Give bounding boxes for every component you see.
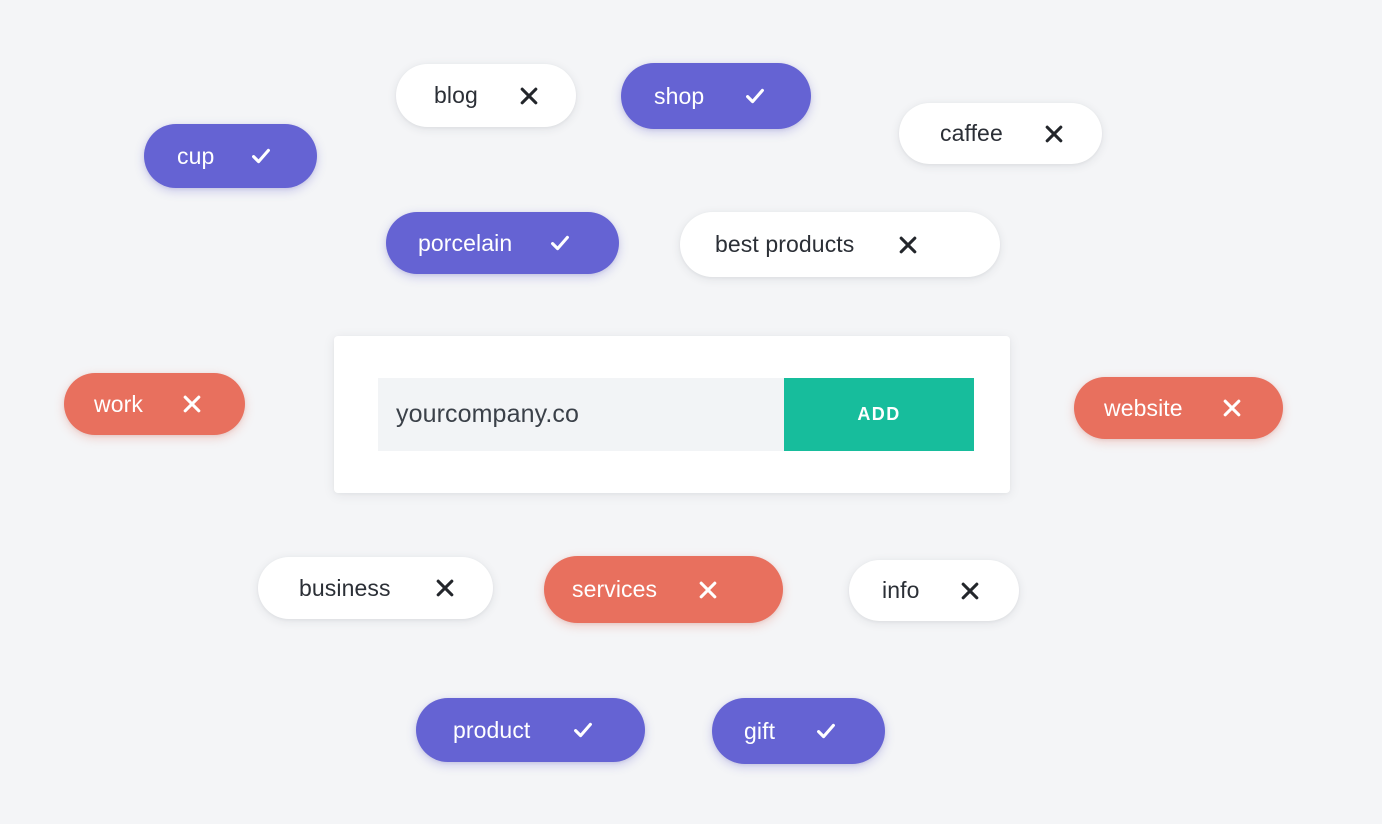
tag-pill-gift[interactable]: gift bbox=[712, 698, 885, 764]
close-icon[interactable] bbox=[897, 234, 919, 256]
tag-pill-product[interactable]: product bbox=[416, 698, 645, 762]
tag-label: business bbox=[299, 574, 391, 601]
tag-label: cup bbox=[177, 142, 215, 169]
close-icon[interactable] bbox=[697, 579, 719, 601]
tag-pill-shop[interactable]: shop bbox=[621, 63, 811, 129]
tag-label: caffee bbox=[940, 120, 1003, 146]
tag-label: work bbox=[94, 390, 143, 417]
close-icon[interactable] bbox=[1043, 123, 1065, 145]
tag-label: shop bbox=[654, 82, 705, 109]
tag-label: blog bbox=[434, 82, 478, 108]
tag-label: gift bbox=[744, 717, 776, 744]
tag-picker-canvas: cup blog shop caffee porcelain best products w… bbox=[0, 0, 1382, 824]
add-domain-row: ADD bbox=[378, 378, 974, 451]
tag-label: info bbox=[882, 577, 920, 603]
tag-pill-best-products[interactable]: best products bbox=[680, 212, 1000, 277]
tag-pill-blog[interactable]: blog bbox=[396, 64, 576, 127]
tag-label: website bbox=[1104, 394, 1183, 421]
tag-pill-caffee[interactable]: caffee bbox=[899, 103, 1102, 164]
close-icon[interactable] bbox=[181, 393, 203, 415]
tag-pill-work[interactable]: work bbox=[64, 373, 245, 435]
add-button[interactable]: ADD bbox=[784, 378, 974, 451]
tag-pill-cup[interactable]: cup bbox=[144, 124, 317, 188]
check-icon[interactable] bbox=[250, 145, 272, 167]
tag-label: best products bbox=[715, 231, 855, 257]
close-icon[interactable] bbox=[434, 577, 456, 599]
tag-pill-business[interactable]: business bbox=[258, 557, 493, 619]
close-icon[interactable] bbox=[959, 580, 981, 602]
check-icon[interactable] bbox=[549, 232, 571, 254]
tag-label: product bbox=[453, 716, 531, 743]
close-icon[interactable] bbox=[518, 85, 540, 107]
check-icon[interactable] bbox=[744, 85, 766, 107]
domain-input[interactable] bbox=[378, 378, 784, 451]
tag-pill-services[interactable]: services bbox=[544, 556, 783, 623]
check-icon[interactable] bbox=[815, 720, 837, 742]
tag-label: porcelain bbox=[418, 229, 513, 256]
check-icon[interactable] bbox=[572, 719, 594, 741]
tag-pill-info[interactable]: info bbox=[849, 560, 1019, 621]
tag-pill-porcelain[interactable]: porcelain bbox=[386, 212, 619, 274]
close-icon[interactable] bbox=[1221, 397, 1243, 419]
add-domain-card: ADD bbox=[334, 336, 1010, 493]
tag-pill-website[interactable]: website bbox=[1074, 377, 1283, 439]
tag-label: services bbox=[572, 576, 658, 602]
